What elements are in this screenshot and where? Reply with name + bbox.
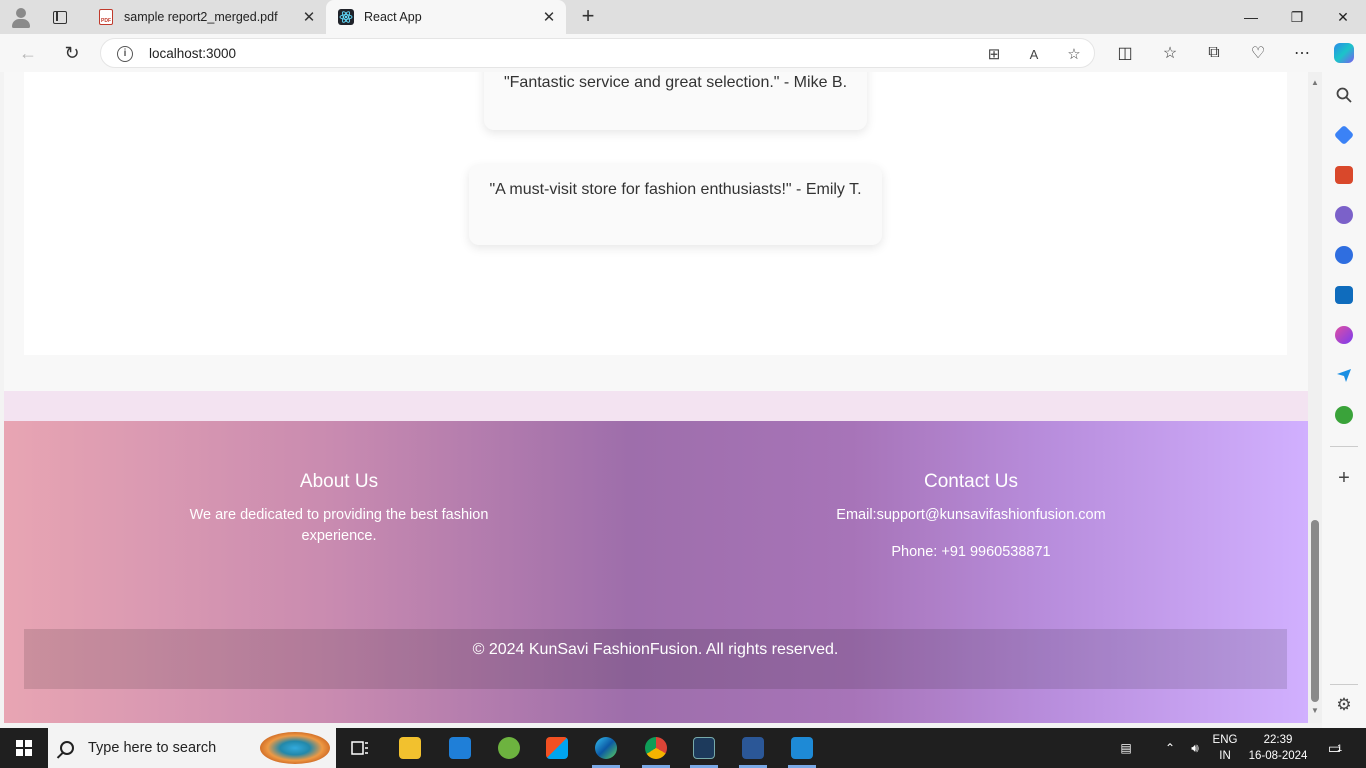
language-code: ENG — [1212, 734, 1238, 746]
refresh-icon[interactable]: ↻ — [57, 38, 87, 68]
close-window-button[interactable]: ✕ — [1320, 0, 1366, 34]
windows-taskbar: Type here to search ▤ ⌃ 🔊︎ ENG IN 22:39 … — [0, 728, 1366, 768]
spring-tools-icon[interactable] — [485, 728, 533, 768]
contact-title: Contact Us — [924, 471, 1018, 492]
close-icon[interactable]: ✕ — [538, 6, 560, 28]
address-bar[interactable]: i localhost:3000 ⊞ A ☆ — [100, 38, 1095, 68]
shopping-tag-icon[interactable] — [1333, 124, 1355, 146]
send-icon[interactable] — [1335, 366, 1353, 384]
games-icon[interactable] — [1335, 206, 1353, 224]
more-menu-icon[interactable]: ⋯ — [1290, 42, 1314, 64]
browser-title-bar: PDF sample report2_merged.pdf ✕ React Ap… — [0, 0, 1366, 34]
copilot-icon[interactable] — [1332, 42, 1356, 64]
word-icon[interactable] — [729, 728, 777, 768]
show-hidden-icons-icon[interactable]: ⌃ — [1160, 728, 1180, 768]
search-icon — [60, 741, 74, 755]
clock-date: 16-08-2024 — [1248, 750, 1308, 762]
address-text[interactable]: localhost:3000 — [149, 46, 236, 61]
chrome-icon[interactable] — [632, 728, 680, 768]
browser-toolbar: ← ↻ i localhost:3000 ⊞ A ☆ ◫ ☆ ⧉ ♡ ⋯ — [0, 34, 1366, 72]
minimize-button[interactable]: — — [1228, 0, 1274, 34]
edge-icon[interactable] — [582, 728, 630, 768]
scroll-down-icon[interactable]: ▼ — [1310, 706, 1320, 715]
task-view-icon[interactable] — [336, 728, 384, 768]
contact-section: Contact Us Email:support@kunsavifashionf… — [771, 471, 1171, 563]
favorite-star-icon[interactable]: ☆ — [1063, 44, 1085, 64]
new-tab-button[interactable]: + — [576, 5, 600, 29]
favorites-icon[interactable]: ☆ — [1158, 42, 1182, 64]
microsoft365-icon[interactable] — [1335, 246, 1353, 264]
vscode-icon[interactable] — [778, 728, 826, 768]
page-scrollbar[interactable]: ▲ ▼ — [1308, 72, 1322, 723]
site-footer: About Us We are dedicated to providing t… — [4, 421, 1308, 723]
about-title: About Us — [299, 471, 379, 492]
tab-actions-icon[interactable] — [48, 7, 72, 27]
add-icon[interactable]: + — [1335, 468, 1353, 488]
info-icon[interactable]: i — [117, 46, 133, 62]
region-code: IN — [1219, 750, 1231, 762]
page-viewport: "Fantastic service and great selection."… — [4, 72, 1308, 723]
scroll-up-icon[interactable]: ▲ — [1310, 78, 1320, 87]
clock-time: 22:39 — [1263, 734, 1293, 746]
settings-gear-icon[interactable]: ⚙ — [1335, 696, 1353, 714]
search-icon[interactable] — [1335, 86, 1353, 104]
microsoft-store-icon[interactable] — [533, 728, 581, 768]
read-aloud-icon[interactable]: A — [1023, 44, 1045, 64]
sidebar-divider — [1330, 684, 1358, 685]
contact-phone: Phone: +91 9960538871 — [891, 544, 1051, 560]
designer-icon[interactable] — [1335, 326, 1353, 344]
edge-sidebar: + ⚙ — [1322, 72, 1366, 728]
search-highlight-image — [260, 732, 330, 764]
language-indicator[interactable]: ENG IN — [1208, 732, 1242, 764]
outlook-icon[interactable] — [1335, 286, 1353, 304]
notifications-icon[interactable]: ▭ 1 — [1320, 728, 1350, 768]
scrollbar-thumb[interactable] — [1311, 520, 1319, 702]
tab-pdf[interactable]: PDF sample report2_merged.pdf ✕ — [86, 0, 326, 34]
tab-label: React App — [364, 10, 422, 24]
start-button[interactable] — [0, 728, 48, 768]
volume-icon[interactable]: 🔊︎ — [1184, 728, 1206, 768]
contact-email: Email:support@kunsavifashionfusion.com — [836, 507, 1106, 523]
copyright-bar: © 2024 KunSavi FashionFusion. All rights… — [24, 629, 1287, 689]
split-screen-icon[interactable]: ◫ — [1113, 42, 1137, 64]
testimonials-section: "Fantastic service and great selection."… — [24, 72, 1287, 355]
pdf-icon: PDF — [98, 9, 114, 25]
file-explorer-icon[interactable] — [386, 728, 434, 768]
profile-icon[interactable] — [8, 5, 34, 29]
notification-count: 1 — [1337, 743, 1343, 753]
mail-icon[interactable] — [436, 728, 484, 768]
tab-react-app[interactable]: React App ✕ — [326, 0, 566, 34]
review-card: "Fantastic service and great selection."… — [484, 72, 867, 130]
react-icon — [338, 9, 354, 25]
restore-button[interactable]: ❐ — [1274, 0, 1320, 34]
browser-essentials-icon[interactable]: ♡ — [1246, 42, 1270, 64]
sidebar-divider — [1330, 446, 1358, 447]
tree-icon[interactable] — [1335, 406, 1353, 424]
taskbar-search[interactable]: Type here to search — [48, 728, 336, 768]
mysql-workbench-icon[interactable] — [680, 728, 728, 768]
windows-icon — [16, 740, 32, 756]
collections-icon[interactable]: ⧉ — [1202, 42, 1226, 64]
tools-icon[interactable] — [1335, 166, 1353, 184]
about-section: About Us We are dedicated to providing t… — [174, 471, 504, 547]
news-widget-icon[interactable]: ▤ — [1112, 728, 1140, 768]
tab-label: sample report2_merged.pdf — [124, 10, 278, 24]
app-available-icon[interactable]: ⊞ — [983, 44, 1005, 64]
copyright-text: © 2024 KunSavi FashionFusion. All rights… — [472, 641, 839, 658]
review-card: "A must-visit store for fashion enthusia… — [469, 165, 882, 245]
search-placeholder: Type here to search — [88, 740, 217, 756]
system-clock[interactable]: 22:39 16-08-2024 — [1248, 732, 1308, 764]
section-divider — [4, 391, 1308, 421]
back-arrow-icon[interactable]: ← — [13, 38, 43, 68]
about-text: We are dedicated to providing the best f… — [189, 507, 489, 544]
close-icon[interactable]: ✕ — [298, 6, 320, 28]
